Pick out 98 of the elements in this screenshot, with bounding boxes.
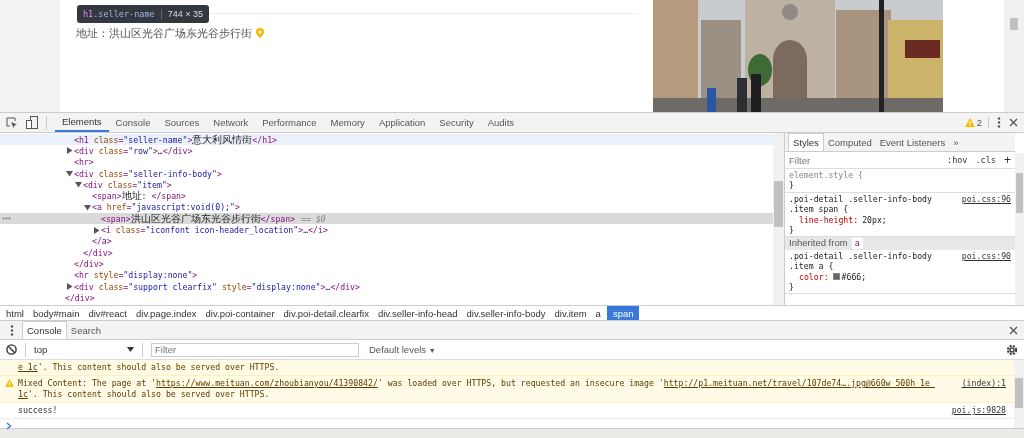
css-property: line-height: — [799, 214, 859, 226]
settings-icon[interactable] — [1006, 343, 1018, 356]
breadcrumb[interactable]: a — [592, 306, 607, 320]
scrollbar[interactable] — [1014, 360, 1024, 428]
context-select[interactable]: top — [34, 344, 134, 355]
expand-triangle-icon[interactable] — [66, 147, 73, 155]
element-tag[interactable]: a — [851, 238, 863, 249]
breadcrumb[interactable]: div#react — [85, 306, 133, 320]
panel-tab[interactable]: Elements — [55, 113, 109, 132]
sidebar-tab[interactable]: Computed — [823, 134, 876, 151]
code-line: <span>地址: </span> — [92, 189, 186, 203]
location-pin-icon — [256, 28, 264, 39]
link[interactable]: 1c — [18, 389, 28, 399]
panel-tab[interactable]: Sources — [157, 113, 207, 132]
source-link[interactable]: (index):1 — [961, 378, 1006, 400]
code-line: </div> — [83, 247, 113, 258]
css-selector: .poi-detail .seller-info-body .item span { — [789, 193, 932, 215]
message-text: '. This content should also be served over HTTPS. — [37, 362, 280, 372]
menu-icon[interactable] — [10, 324, 14, 336]
element-tooltip: h1.seller-name 744 × 35 — [77, 5, 209, 23]
menu-icon[interactable] — [997, 117, 1001, 128]
code-line: </a> — [92, 236, 112, 247]
expand-triangle-icon[interactable] — [93, 226, 100, 234]
breadcrumb[interactable]: html — [3, 306, 30, 320]
closing-brace: } — [789, 282, 795, 293]
collapse-triangle-icon[interactable] — [66, 170, 73, 178]
close-icon[interactable] — [1009, 118, 1018, 127]
new-rule-button[interactable]: + — [1004, 153, 1011, 167]
sidebar-tab[interactable]: Event Listeners — [875, 134, 950, 151]
code-line: <div class="support clearfix" style="display:none">…</div> — [74, 281, 360, 292]
breadcrumb[interactable]: div.seller-info-head — [374, 306, 464, 320]
sidebar-tab[interactable]: Styles — [788, 133, 824, 151]
color-swatch[interactable] — [832, 273, 840, 281]
caret-icon — [127, 347, 134, 352]
css-property: color: — [799, 271, 829, 283]
drawer-tab[interactable]: Console — [22, 321, 67, 339]
selected-node-marker: == $0 — [301, 213, 326, 224]
message-text: '. This content should also be served over HTTPS. — [27, 389, 270, 399]
code-line: <span>洪山区光谷广场东光谷步行街</span> — [101, 212, 296, 226]
message-text: ' was loaded over HTTPS, but requested an insecure image ' — [377, 378, 664, 388]
source-link[interactable]: poi.css:96 — [961, 193, 1011, 205]
inherited-label: Inherited from — [789, 238, 848, 249]
scrollbar[interactable] — [1015, 153, 1024, 305]
hov-toggle[interactable]: :hov — [947, 155, 968, 165]
panel-tab[interactable]: Network — [206, 113, 256, 132]
prompt-chevron-icon[interactable] — [6, 422, 12, 430]
more-icon[interactable] — [2, 217, 11, 221]
code-line: </div> — [65, 292, 95, 303]
code-line: <div class="item"> — [83, 179, 172, 190]
cls-toggle[interactable]: .cls — [975, 155, 996, 165]
code-line: </div> — [74, 258, 104, 269]
breadcrumb[interactable]: div.page.index — [133, 306, 203, 320]
panel-tab[interactable]: Performance — [255, 113, 324, 132]
warning-count[interactable]: 2 — [964, 117, 989, 128]
address-text: 地址：洪山区光谷广场东光谷步行街 — [76, 26, 252, 41]
panel-tab[interactable]: Console — [108, 113, 158, 132]
link[interactable]: https://www.meituan.com/zhoubianyou/41390842/ — [156, 378, 378, 388]
css-value: 20px; — [862, 214, 887, 226]
panel-tab[interactable]: Security — [432, 113, 481, 132]
css-selector: element.style { — [789, 170, 863, 180]
code-line: <hr> — [74, 157, 94, 168]
panel-tab[interactable]: Application — [371, 113, 433, 132]
css-value: #666; — [841, 271, 867, 283]
collapse-triangle-icon[interactable] — [75, 181, 82, 189]
drawer-tab[interactable]: Search — [66, 322, 105, 339]
link[interactable]: e_1c — [18, 362, 38, 372]
panel-tab[interactable]: Audits — [480, 113, 522, 132]
closing-brace: } — [789, 180, 795, 191]
source-link[interactable]: poi.js:9828 — [951, 405, 1006, 416]
breadcrumb[interactable]: div.poi-detail.clearfix — [280, 306, 375, 320]
code-line: <div class="seller-info-body"> — [74, 168, 222, 179]
code-line: <a href="javascript:void(0);"> — [92, 202, 240, 213]
source-link[interactable]: poi.css:90 — [961, 250, 1011, 262]
breadcrumb[interactable]: span — [606, 306, 640, 320]
collapse-triangle-icon[interactable] — [84, 203, 91, 211]
breadcrumb[interactable]: div.item — [551, 306, 593, 320]
inspect-icon[interactable] — [6, 116, 18, 129]
clear-icon[interactable] — [6, 344, 17, 355]
message-text: Mixed Content: The page at ' — [18, 378, 157, 388]
filter-field[interactable]: Filter — [151, 342, 359, 357]
scrollbar[interactable] — [773, 133, 784, 305]
closing-brace: } — [789, 225, 795, 236]
code-line: <div class="row">…</div> — [74, 145, 193, 156]
device-icon[interactable] — [26, 116, 38, 129]
close-icon[interactable] — [1009, 325, 1018, 335]
css-selector: .poi-detail .seller-info-body .item a { — [789, 250, 932, 272]
filter-field[interactable]: Filter — [789, 154, 939, 166]
warning-icon — [964, 118, 975, 127]
code-line: <i class="iconfont icon-header_location">…</i> — [101, 225, 328, 235]
breadcrumb[interactable]: div.seller-info-body — [463, 306, 552, 320]
breadcrumb[interactable]: div.poi-container — [202, 306, 281, 320]
breadcrumb[interactable]: body#main — [29, 306, 86, 320]
sidebar-tab[interactable]: » — [949, 134, 963, 151]
code-line: <h1 class="seller-name">意大利风情街</h1> — [74, 132, 277, 147]
message-text: success! — [18, 405, 58, 415]
expand-triangle-icon[interactable] — [66, 283, 73, 290]
panel-tab[interactable]: Memory — [323, 113, 372, 132]
code-line: <hr style="display:none"> — [74, 270, 198, 281]
